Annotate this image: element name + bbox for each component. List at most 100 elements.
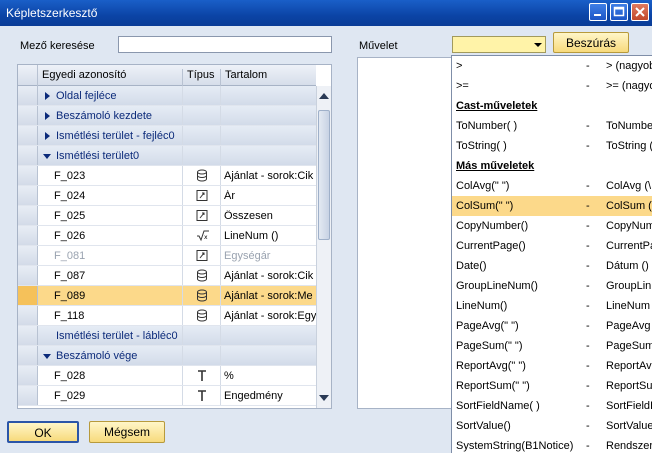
scrollbar-thumb[interactable] <box>318 110 330 240</box>
table-row[interactable]: F_024 Ár <box>18 186 316 206</box>
row-selector[interactable] <box>18 106 38 125</box>
operation-item[interactable]: SystemString(B1Notice) - Rendszer <box>452 436 652 453</box>
operation-item[interactable]: > - > (nagyob <box>452 56 652 76</box>
cancel-button[interactable]: Mégsem <box>89 421 165 443</box>
operation-description: Rendszer <box>606 440 652 452</box>
row-selector[interactable] <box>18 266 38 285</box>
collapsed-arrow-icon[interactable] <box>42 131 52 141</box>
operation-item[interactable]: ReportAvg(" ") - ReportAv <box>452 356 652 376</box>
operation-item[interactable]: ReportSum(" ") - ReportSu <box>452 376 652 396</box>
table-row[interactable]: F_025 Összesen <box>18 206 316 226</box>
grid-scrollbar[interactable] <box>316 86 331 408</box>
col-header-id[interactable]: Egyedi azonosító <box>42 69 126 81</box>
group-row[interactable]: Beszámoló kezdete <box>18 106 316 126</box>
row-selector[interactable] <box>18 226 38 245</box>
collapsed-arrow-icon[interactable] <box>42 111 52 121</box>
operation-description: PageAvg ( <box>606 320 652 332</box>
expanded-arrow-icon[interactable] <box>42 151 52 161</box>
field-content: Engedmény <box>224 390 283 402</box>
col-header-content[interactable]: Tartalom <box>225 69 267 81</box>
group-label: Oldal fejléce <box>56 90 117 102</box>
operation-item[interactable]: PageSum(" ") - PageSum <box>452 336 652 356</box>
cancel-button-label: Mégsem <box>103 425 150 439</box>
row-selector[interactable] <box>18 126 38 145</box>
operation-item[interactable]: >= - >= (nagyo <box>452 76 652 96</box>
operation-name: CopyNumber() <box>456 220 529 232</box>
row-selector[interactable] <box>18 346 38 365</box>
group-row[interactable]: Ismétlési terület - lábléc0 <box>18 326 316 346</box>
row-selector[interactable] <box>18 246 38 265</box>
table-row[interactable]: F_028% <box>18 366 316 386</box>
close-button[interactable] <box>631 3 649 21</box>
text-icon <box>196 369 208 382</box>
operation-item[interactable]: SortFieldName( ) - SortFieldI <box>452 396 652 416</box>
grid-header: Egyedi azonosító Típus Tartalom <box>18 65 316 90</box>
operation-dash: - <box>586 300 590 312</box>
operation-item[interactable]: LineNum() - LineNum <box>452 296 652 316</box>
group-row[interactable]: Beszámoló vége <box>18 346 316 366</box>
operation-description: ToNumbe <box>606 120 652 132</box>
insert-button[interactable]: Beszúrás <box>553 32 629 53</box>
search-input[interactable] <box>118 36 332 53</box>
field-id: F_024 <box>54 190 86 202</box>
row-selector[interactable] <box>18 86 38 105</box>
operation-dash: - <box>586 320 590 332</box>
maximize-icon <box>613 6 625 17</box>
field-id: F_089 <box>54 290 86 302</box>
operation-item[interactable]: GroupLineNum() - GroupLin <box>452 276 652 296</box>
operation-dash: - <box>586 220 590 232</box>
operation-item[interactable]: CopyNumber() - CopyNum <box>452 216 652 236</box>
col-header-type[interactable]: Típus <box>187 69 215 81</box>
field-id: F_026 <box>54 230 86 242</box>
collapsed-arrow-icon[interactable] <box>42 91 52 101</box>
operation-item[interactable]: ToString( ) - ToString ( <box>452 136 652 156</box>
expanded-arrow-icon[interactable] <box>42 351 52 361</box>
operation-dash: - <box>586 400 590 412</box>
group-row[interactable]: Ismétlési terület - fejléc0 <box>18 126 316 146</box>
table-row[interactable]: F_026 x LineNum () <box>18 226 316 246</box>
minimize-button[interactable] <box>589 3 607 21</box>
row-selector[interactable] <box>18 366 38 385</box>
group-row[interactable]: Oldal fejléce <box>18 86 316 106</box>
group-row[interactable]: Ismétlési terület0 <box>18 146 316 166</box>
fields-grid: Egyedi azonosító Típus Tartalom Oldal fe… <box>17 64 332 409</box>
table-row[interactable]: F_081 Egységár <box>18 246 316 266</box>
operation-description: LineNum <box>606 300 651 312</box>
maximize-button[interactable] <box>610 3 628 21</box>
sqrt-icon: x <box>196 229 209 242</box>
operation-dash: - <box>586 240 590 252</box>
operation-name: ColAvg(" ") <box>456 180 510 192</box>
row-selector[interactable] <box>18 386 38 405</box>
chevron-down-icon[interactable] <box>531 37 545 52</box>
grid-select-all[interactable] <box>18 65 38 86</box>
operation-description: ToString ( <box>606 140 652 152</box>
operation-item[interactable]: SortValue() - SortValue <box>452 416 652 436</box>
operation-item[interactable]: CurrentPage() - CurrentPa <box>452 236 652 256</box>
table-row[interactable]: F_089 Ajánlat - sorok:Me <box>18 286 316 306</box>
operation-item[interactable]: ColAvg(" ") - ColAvg (\ <box>452 176 652 196</box>
row-selector[interactable] <box>18 286 38 305</box>
field-content: Ár <box>224 190 235 202</box>
row-selector[interactable] <box>18 306 38 325</box>
operation-item[interactable]: Date() - Dátum () <box>452 256 652 276</box>
table-row[interactable]: F_029 Engedmény <box>18 386 316 406</box>
row-selector[interactable] <box>18 326 38 345</box>
table-row[interactable]: F_118 Ajánlat - sorok:Egy <box>18 306 316 326</box>
table-row[interactable]: F_087 Ajánlat - sorok:Cik <box>18 266 316 286</box>
field-content: Ajánlat - sorok:Cik <box>224 170 314 182</box>
operation-description: CurrentPa <box>606 240 652 252</box>
ok-button[interactable]: OK <box>7 421 79 443</box>
operation-item[interactable]: ColSum(" ") - ColSum ( <box>452 196 652 216</box>
operation-select[interactable] <box>452 36 546 53</box>
row-selector[interactable] <box>18 186 38 205</box>
operation-item[interactable]: ToNumber( ) - ToNumbe <box>452 116 652 136</box>
field-content: Ajánlat - sorok:Egy <box>224 310 316 322</box>
formula-editor[interactable] <box>357 57 452 409</box>
text-icon <box>196 389 208 402</box>
row-selector[interactable] <box>18 166 38 185</box>
table-row[interactable]: F_023 Ajánlat - sorok:Cik <box>18 166 316 186</box>
operation-item[interactable]: PageAvg(" ") - PageAvg ( <box>452 316 652 336</box>
row-selector[interactable] <box>18 146 38 165</box>
operation-description: ColSum ( <box>606 200 652 212</box>
row-selector[interactable] <box>18 206 38 225</box>
